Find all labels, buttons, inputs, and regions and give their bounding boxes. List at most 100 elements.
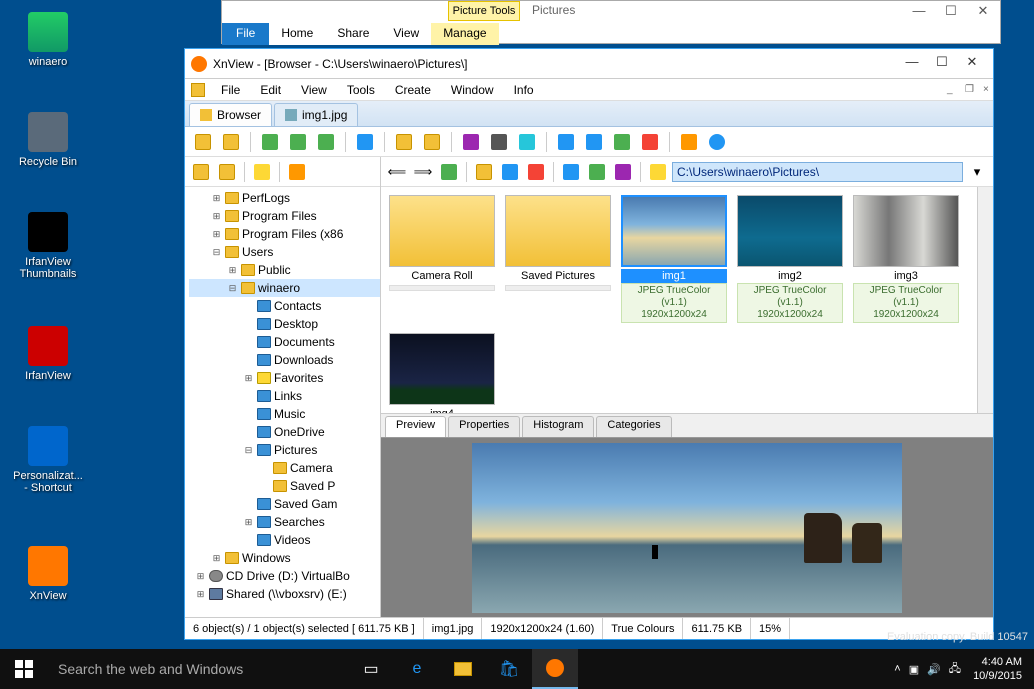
thumb-item[interactable]: img2JPEG TrueColor (v1.1)1920x1200x24	[737, 195, 843, 323]
tree-expander-icon[interactable]: ⊞	[243, 369, 254, 387]
thumbs-vscrollbar[interactable]	[977, 187, 993, 413]
help-button[interactable]	[705, 130, 729, 154]
thumb-item[interactable]: Saved Pictures	[505, 195, 611, 323]
nav-fav[interactable]	[646, 160, 670, 184]
maximize-button[interactable]: ☐	[927, 54, 957, 74]
explorer-min[interactable]: —	[904, 3, 934, 23]
tray-network-icon[interactable]: 🖧	[945, 660, 965, 679]
ribbon-context-tab[interactable]: Picture Tools	[448, 1, 520, 21]
tree-node[interactable]: Music	[189, 405, 380, 423]
forward-refresh-button[interactable]	[286, 130, 310, 154]
taskview-icon[interactable]: ▭	[348, 649, 394, 689]
thumb-item[interactable]: img4	[389, 333, 495, 413]
tree-expander-icon[interactable]: ⊞	[211, 207, 222, 225]
tree-expander-icon[interactable]: ⊟	[243, 441, 254, 459]
ptab-preview[interactable]: Preview	[385, 416, 446, 437]
tree-node[interactable]: ⊞Program Files (x86	[189, 225, 380, 243]
tree-expander-icon[interactable]: ⊞	[195, 585, 206, 603]
open-dropdown[interactable]	[219, 130, 243, 154]
settings-button[interactable]	[677, 130, 701, 154]
explorer-max[interactable]: ☐	[936, 3, 966, 23]
search-button[interactable]	[459, 130, 483, 154]
menu-window[interactable]: Window	[443, 81, 502, 99]
address-bar[interactable]: C:\Users\winaero\Pictures\	[672, 162, 963, 182]
capture-button[interactable]	[515, 130, 539, 154]
nav-delete[interactable]	[524, 160, 548, 184]
refresh-button[interactable]	[258, 130, 282, 154]
thumbnail-grid[interactable]: Camera RollSaved Picturesimg1JPEG TrueCo…	[381, 187, 993, 413]
desktop-icon-irfanthumb[interactable]: IrfanView Thumbnails	[10, 212, 86, 280]
print-button[interactable]	[487, 130, 511, 154]
ptab-categories[interactable]: Categories	[596, 416, 671, 437]
tree-node[interactable]: ⊞Favorites	[189, 369, 380, 387]
titlebar[interactable]: XnView - [Browser - C:\Users\winaero\Pic…	[185, 49, 993, 79]
explorer-icon[interactable]	[440, 649, 486, 689]
menu-create[interactable]: Create	[387, 81, 439, 99]
ribbon-tab-manage[interactable]: Manage	[431, 23, 498, 45]
tree-node[interactable]: ⊟Users	[189, 243, 380, 261]
tree-expander-icon[interactable]: ⊞	[211, 189, 222, 207]
edge-icon[interactable]: e	[394, 649, 440, 689]
tree-node[interactable]: Documents	[189, 333, 380, 351]
tree-expander-icon[interactable]: ⊞	[211, 549, 222, 567]
nav-sort[interactable]	[585, 160, 609, 184]
store-icon[interactable]: 🛍	[486, 649, 532, 689]
convert-button[interactable]	[392, 130, 416, 154]
nav-up[interactable]	[437, 160, 461, 184]
nav-view[interactable]	[559, 160, 583, 184]
tree-node[interactable]: Downloads	[189, 351, 380, 369]
menu-edit[interactable]: Edit	[252, 81, 289, 99]
slideshow-button[interactable]	[554, 130, 578, 154]
thumb-item[interactable]: img3JPEG TrueColor (v1.1)1920x1200x24	[853, 195, 959, 323]
tree-node[interactable]: ⊞CD Drive (D:) VirtualBo	[189, 567, 380, 585]
tree-node[interactable]: ⊞Program Files	[189, 207, 380, 225]
open-button[interactable]	[191, 130, 215, 154]
ptab-histogram[interactable]: Histogram	[522, 416, 594, 437]
tray-volume-icon[interactable]: 🔊	[923, 663, 945, 676]
ribbon-tab-home[interactable]: Home	[269, 23, 325, 45]
tree-node[interactable]: Saved Gam	[189, 495, 380, 513]
ribbon-tab-file[interactable]: File	[222, 23, 269, 45]
tray-chevron-icon[interactable]: ˄	[890, 663, 904, 675]
desktop-icon-irfanview[interactable]: IrfanView	[10, 326, 86, 382]
mdi-close[interactable]: ×	[975, 82, 993, 97]
tree-node[interactable]: Desktop	[189, 315, 380, 333]
webpage-button[interactable]	[582, 130, 606, 154]
tree-node[interactable]: Camera	[189, 459, 380, 477]
batch-rename-button[interactable]	[420, 130, 444, 154]
ptab-properties[interactable]: Properties	[448, 416, 520, 437]
nav-filter[interactable]	[611, 160, 635, 184]
tree-node[interactable]: Links	[189, 387, 380, 405]
fullscreen-button[interactable]	[353, 130, 377, 154]
tree-expander-icon[interactable]: ⊞	[211, 225, 222, 243]
menu-view[interactable]: View	[293, 81, 335, 99]
menu-tools[interactable]: Tools	[339, 81, 383, 99]
nav-paste[interactable]	[498, 160, 522, 184]
tab-browser[interactable]: Browser	[189, 103, 272, 126]
desktop-icon-xnview[interactable]: XnView	[10, 546, 86, 602]
tree-expander-icon[interactable]: ⊟	[211, 243, 222, 261]
ribbon-tab-view[interactable]: View	[381, 23, 431, 45]
tree-node[interactable]: ⊟winaero	[189, 279, 380, 297]
thumb-item[interactable]: img1JPEG TrueColor (v1.1)1920x1200x24	[621, 195, 727, 323]
contact-sheet-button[interactable]	[610, 130, 634, 154]
tree-expander-icon[interactable]: ⊟	[227, 279, 238, 297]
tree-fav-button[interactable]	[250, 160, 274, 184]
tree-sync-button[interactable]	[215, 160, 239, 184]
tree-node[interactable]: Saved P	[189, 477, 380, 495]
mdi-minimize[interactable]: _	[939, 82, 957, 97]
tree-expander-icon[interactable]: ⊞	[243, 513, 254, 531]
tree-node[interactable]: OneDrive	[189, 423, 380, 441]
refresh2-button[interactable]	[314, 130, 338, 154]
tree-open-button[interactable]	[189, 160, 213, 184]
desktop-icon-personalization[interactable]: Personalizat... - Shortcut	[10, 426, 86, 494]
tree-node[interactable]: Videos	[189, 531, 380, 549]
tab-image[interactable]: img1.jpg	[274, 103, 358, 126]
tree-copy-button[interactable]	[285, 160, 309, 184]
tree-node[interactable]: ⊞PerfLogs	[189, 189, 380, 207]
taskbar-search[interactable]: Search the web and Windows	[48, 649, 348, 689]
close-button[interactable]: ✕	[957, 54, 987, 74]
addr-dropdown[interactable]: ▾	[965, 160, 989, 184]
menu-info[interactable]: Info	[506, 81, 542, 99]
xnview-taskbar-icon[interactable]	[532, 649, 578, 689]
